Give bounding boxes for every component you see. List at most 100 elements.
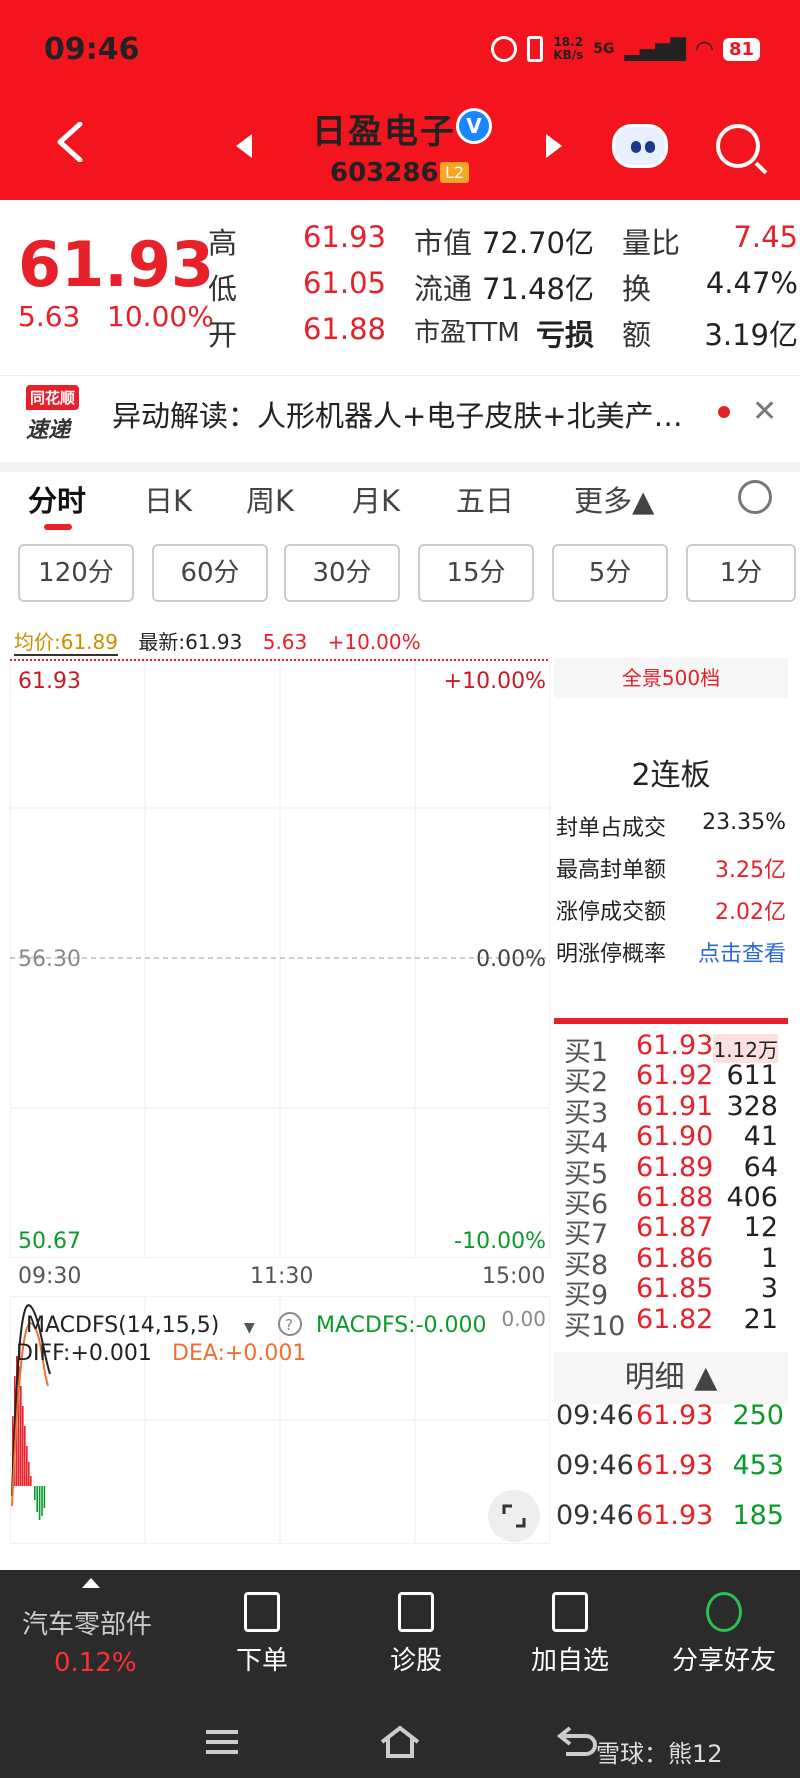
diff-label: DIFF:+0.001 [16, 1341, 152, 1366]
back-nav-icon[interactable] [556, 1724, 600, 1760]
bid-volume: 21 [743, 1303, 778, 1335]
prev-stock-button[interactable] [236, 134, 252, 158]
tick-time: 09:46 [556, 1500, 634, 1531]
orderbook-row[interactable]: 买6 61.88 406 [564, 1182, 788, 1220]
period-30min[interactable]: 30分 [284, 544, 400, 602]
bid-volume: 611 [726, 1060, 778, 1092]
pe-label: 市盈TTM [414, 318, 520, 348]
home-icon[interactable] [378, 1724, 422, 1760]
stat-row: 封单占成交 23.35% [556, 810, 786, 842]
orderbook-divider [554, 1018, 788, 1024]
tab-intraday[interactable]: 分时 [28, 478, 86, 520]
intraday-chart[interactable]: 61.93 +10.00% 56.30 0.00% 50.67 -10.00% [10, 658, 550, 1258]
diagnose-label: 诊股 [389, 1646, 442, 1676]
volume-ratio-value: 7.45 [733, 220, 798, 254]
tab-more[interactable]: 更多▲ [574, 478, 654, 520]
add-watchlist-button[interactable]: 加自选 [500, 1592, 640, 1677]
float-value: 71.48亿 [481, 272, 594, 306]
macd-bar-positive [22, 1406, 24, 1486]
turnover-label: 换 [622, 272, 652, 306]
period-1min[interactable]: 1分 [686, 544, 796, 602]
back-button[interactable] [52, 122, 92, 162]
macd-zero-label: 0.00 [501, 1307, 546, 1331]
price-change: 5.63 10.00% [18, 300, 214, 333]
low-label: 低 [208, 272, 238, 306]
macd-bar-negative [41, 1486, 43, 1516]
last-price: 最新:61.93 [138, 630, 243, 654]
tab-five-day[interactable]: 五日 [456, 478, 514, 520]
orderbook-row[interactable]: 买2 61.92 611 [564, 1060, 788, 1098]
unread-dot [718, 406, 730, 418]
view-probability-link[interactable]: 点击查看 [698, 936, 786, 968]
period-60min[interactable]: 60分 [152, 544, 268, 602]
share-button[interactable]: 分享好友 [654, 1592, 794, 1677]
bid-volume: 41 [743, 1121, 778, 1153]
stat-label: 明涨停概率 [556, 942, 667, 967]
menu-icon[interactable] [200, 1724, 244, 1760]
diagnose-icon [398, 1592, 434, 1632]
mktcap-label: 市值 [414, 226, 473, 260]
l2-badge[interactable]: L2 [440, 162, 470, 183]
legend-percent: +10.00% [327, 630, 421, 654]
macd-bar-negative [43, 1486, 46, 1508]
orderbook-row[interactable]: 买8 61.86 1 [564, 1243, 788, 1281]
stat-value: 23.35% [702, 810, 786, 835]
amount-value: 3.19亿 [704, 318, 798, 352]
help-icon-mark: ? [285, 1316, 293, 1334]
open-value: 61.88 [302, 312, 386, 346]
robot-eye [631, 141, 641, 153]
orderbook-row[interactable]: 买7 61.87 12 [564, 1212, 788, 1250]
period-5min[interactable]: 5分 [552, 544, 668, 602]
robot-eye [645, 141, 655, 153]
bid-volume: 3 [760, 1273, 778, 1305]
bid-volume: 1.12万 [713, 1034, 778, 1063]
bid-price: 61.90 [636, 1121, 714, 1153]
bid-volume: 406 [726, 1182, 778, 1213]
next-stock-button[interactable] [546, 134, 562, 158]
dea-label: DEA:+0.001 [172, 1341, 306, 1366]
tab-monthly-k[interactable]: 月K [352, 478, 400, 520]
tab-weekly-k[interactable]: 周K [246, 478, 294, 520]
tick-volume: 250 [732, 1400, 784, 1431]
period-15min[interactable]: 15分 [418, 544, 534, 602]
expand-icon[interactable] [488, 1490, 540, 1542]
trade-detail-header[interactable]: 明细 ▲ [554, 1352, 788, 1404]
order-button[interactable]: 下单 [192, 1592, 332, 1677]
stat-label: 最高封单额 [556, 858, 667, 883]
stat-value: 2.02亿 [715, 900, 786, 925]
orderbook-row[interactable]: 买3 61.91 328 [564, 1091, 788, 1129]
net-speed: 18.2 KB/s [553, 35, 584, 62]
time-label-mid: 11:30 [250, 1264, 314, 1289]
macd-bar-positive [30, 1476, 32, 1486]
change-percent: 10.00% [107, 300, 214, 333]
verified-icon: V [456, 108, 492, 144]
orderbook-row[interactable]: 买5 61.89 64 [564, 1151, 788, 1190]
bid-volume: 64 [743, 1151, 778, 1183]
bid-price: 61.92 [636, 1060, 714, 1092]
macd-bar-positive [20, 1386, 22, 1486]
settings-icon[interactable] [738, 480, 772, 514]
macd-chart[interactable]: MACDFS(14,15,5) ▼ ? MACDFS:-0.000 0.00 D… [10, 1296, 550, 1544]
open-label: 开 [208, 318, 238, 352]
stock-code: 603286 [330, 158, 439, 188]
macd-bar-positive [26, 1446, 28, 1486]
panorama-500-button[interactable]: 全景500档 [554, 658, 788, 698]
macd-bar-negative [38, 1486, 41, 1520]
orderbook-row[interactable]: 买9 61.85 3 [564, 1273, 788, 1311]
close-icon[interactable]: ✕ [752, 394, 777, 429]
ai-assistant-icon[interactable] [612, 124, 668, 168]
period-120min[interactable]: 120分 [18, 544, 134, 602]
expand-up-icon[interactable] [82, 1578, 100, 1588]
search-icon[interactable] [716, 124, 760, 168]
sector-name[interactable]: 汽车零部件 [22, 1604, 152, 1641]
add-watchlist-label: 加自选 [530, 1646, 609, 1676]
news-text[interactable]: 异动解读：人形机器人+电子皮肤+北美产… [112, 393, 683, 435]
orderbook-row[interactable]: 买10 61.82 21 [564, 1303, 788, 1342]
diagnose-button[interactable]: 诊股 [346, 1592, 486, 1677]
mid-pct-label: 0.00% [476, 947, 546, 972]
orderbook-row[interactable]: 买4 61.90 41 [564, 1121, 788, 1159]
tab-daily-k[interactable]: 日K [144, 478, 192, 520]
orderbook-row[interactable]: 买1 61.93 1.12万 [564, 1030, 788, 1068]
macd-title[interactable]: MACDFS(14,15,5) [26, 1313, 219, 1338]
dropdown-icon[interactable]: ▼ [244, 1320, 255, 1336]
